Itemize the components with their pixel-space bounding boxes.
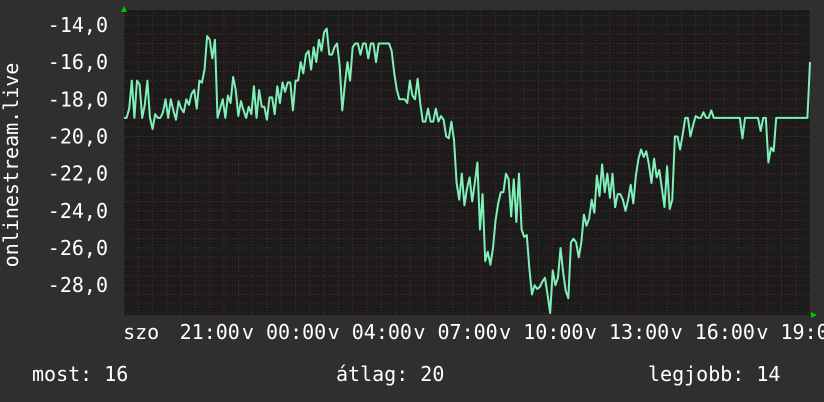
- y-tick-label: -18,0: [48, 87, 108, 111]
- x-tick-label: v 13:00: [585, 320, 669, 344]
- x-tick-label: szo: [123, 320, 159, 344]
- x-tick-labels: szo 21:00 v 00:00 v 04:00 v 07:00 v 10:00 v 13…: [123, 320, 824, 344]
- chart-svg: -14,0 -16,0 -18,0 -20,0 -22,0 -24,0 -26,0 -28,0…: [0, 6, 824, 344]
- chart-window: -14,0 -16,0 -18,0 -20,0 -22,0 -24,0 -26,0 -28,0…: [0, 0, 824, 402]
- y-tick-label: -24,0: [48, 199, 108, 223]
- y-tick-label: -26,0: [48, 236, 108, 260]
- footer-current: most: 16: [32, 362, 129, 386]
- x-tick-label: v 16:00: [671, 320, 755, 344]
- y-axis-title: onlinestream.live: [0, 63, 23, 268]
- y-tick-label: -20,0: [48, 124, 108, 148]
- x-tick-label: v 00:00: [242, 320, 326, 344]
- y-tick-label: -28,0: [48, 273, 108, 297]
- y-tick-label: -16,0: [48, 50, 108, 74]
- x-tick-label: v 04:00: [328, 320, 412, 344]
- footer-average: átlag: 20: [336, 362, 445, 386]
- y-axis-arrow-icon: [121, 6, 127, 12]
- y-tick-labels: -14,0 -16,0 -18,0 -20,0 -22,0 -24,0 -26,0 -28,0: [48, 13, 108, 297]
- x-tick-label: v 07:00: [413, 320, 497, 344]
- y-tick-label: -14,0: [48, 13, 108, 37]
- x-tick-label: v 10:00: [499, 320, 583, 344]
- x-tick-label: 21:00: [180, 320, 240, 344]
- y-tick-label: -22,0: [48, 162, 108, 186]
- x-tick-label: v 19:00: [756, 320, 824, 344]
- footer-best: legjobb: 14: [648, 362, 781, 386]
- x-axis-arrow-icon: [811, 312, 817, 318]
